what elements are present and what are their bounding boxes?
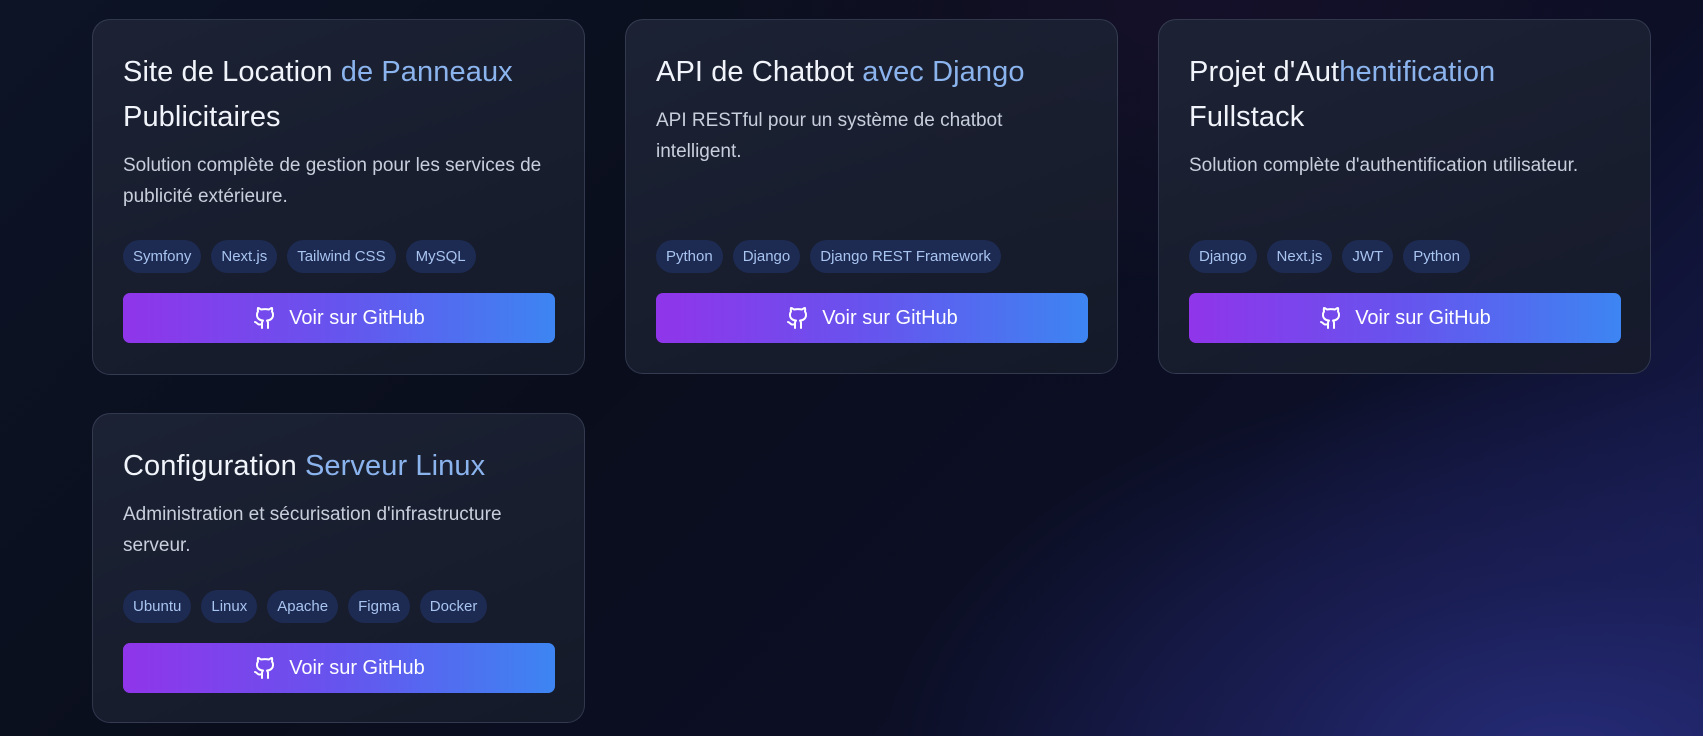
project-card: Projet d'Authentification Fullstack Solu… <box>1158 19 1651 374</box>
tech-tags: Django Next.js JWT Python <box>1189 240 1470 273</box>
project-description: Administration et sécurisation d'infrast… <box>123 504 502 556</box>
github-button-label: Voir sur GitHub <box>1355 306 1491 329</box>
github-button[interactable]: Voir sur GitHub <box>656 293 1088 343</box>
project-card: API de Chatbot avec Django API RESTful p… <box>625 19 1118 374</box>
tech-tag: Django <box>1189 240 1257 273</box>
github-icon <box>1319 306 1343 330</box>
github-button[interactable]: Voir sur GitHub <box>1189 293 1621 343</box>
project-title-text: Site de Location <box>123 56 341 88</box>
project-description: Solution complète de gestion pour les se… <box>123 155 542 207</box>
project-title-text: Projet d'Aut <box>1189 56 1340 88</box>
project-title-highlight: Serveur Linux <box>304 450 486 482</box>
tech-tag: Ubuntu <box>123 590 192 623</box>
project-title-text-end: Publicitaires <box>123 101 281 133</box>
tech-tag: Django <box>732 240 801 273</box>
tech-tag: Tailwind CSS <box>287 240 396 273</box>
tech-tag: Docker <box>419 590 488 623</box>
project-card: Site de Location de Panneaux Publicitair… <box>92 19 585 375</box>
tech-tag: Apache <box>267 590 339 623</box>
project-title-text: Configuration <box>123 450 305 482</box>
project-title-text-end: Fullstack <box>1189 101 1305 133</box>
github-button[interactable]: Voir sur GitHub <box>123 293 555 343</box>
github-button-label: Voir sur GitHub <box>289 656 425 679</box>
project-title-highlight: avec Django <box>862 56 1025 88</box>
project-title-text: API de Chatbot <box>656 56 863 88</box>
tech-tag: Figma <box>348 590 410 623</box>
project-title: API de Chatbot avec Django <box>656 50 1087 95</box>
github-button-label: Voir sur GitHub <box>822 306 958 329</box>
github-button-label: Voir sur GitHub <box>289 306 425 329</box>
project-title-highlight: de Panneaux <box>340 56 513 88</box>
tech-tag: Symfony <box>123 240 202 273</box>
github-icon <box>253 306 277 330</box>
tech-tag: Django REST Framework <box>810 240 1001 273</box>
tech-tag: Python <box>656 240 723 273</box>
project-title: Projet d'Authentification Fullstack <box>1189 50 1620 140</box>
tech-tag: Linux <box>201 590 258 623</box>
project-title: Site de Location de Panneaux Publicitair… <box>123 50 554 140</box>
project-title-highlight: hentification <box>1339 56 1496 88</box>
tech-tag: MySQL <box>405 240 476 273</box>
tech-tag: Python <box>1403 240 1470 273</box>
tech-tags: Python Django Django REST Framework <box>656 240 1001 273</box>
tech-tags: Ubuntu Linux Apache Figma Docker <box>123 590 488 623</box>
tech-tag: JWT <box>1342 240 1394 273</box>
tech-tag: Next.js <box>211 240 278 273</box>
tech-tag: Next.js <box>1266 240 1333 273</box>
tech-tags: Symfony Next.js Tailwind CSS MySQL <box>123 240 476 273</box>
github-icon <box>253 656 277 680</box>
project-description: Solution complète d'authentification uti… <box>1189 155 1579 176</box>
github-icon <box>786 306 810 330</box>
project-card: Configuration Serveur Linux Administrati… <box>92 413 585 723</box>
project-title: Configuration Serveur Linux <box>123 444 554 489</box>
github-button[interactable]: Voir sur GitHub <box>123 643 555 693</box>
project-description: API RESTful pour un système de chatbot i… <box>656 110 1003 162</box>
